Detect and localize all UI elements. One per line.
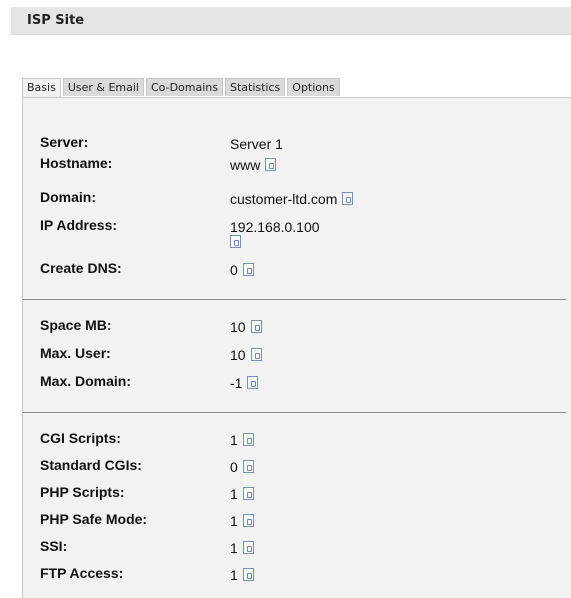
create-dns-value-wrap: 0 [230,262,254,278]
domain-value: customer-ltd.com [230,191,338,207]
cgi-scripts-value-wrap: 1 [230,432,254,448]
server-label: Server: [40,134,89,150]
max-domain-label: Max. Domain: [40,373,132,389]
row-domain: Domain: customer-ltd.com [40,189,560,207]
max-domain-value-wrap: -1 [230,375,259,391]
row-max-user: Max. User: 10 [40,345,560,363]
row-php-safe-mode: PHP Safe Mode: 1 [40,511,560,529]
row-space-mb: Space MB: 10 [40,317,560,335]
document-icon[interactable] [242,263,254,276]
document-icon[interactable] [242,433,254,446]
max-user-label: Max. User: [40,345,111,361]
php-safe-mode-label: PHP Safe Mode: [40,511,148,527]
ftp-access-value-wrap: 1 [230,567,254,583]
standard-cgis-value-wrap: 0 [230,459,254,475]
section-divider [23,412,566,413]
ssi-label: SSI: [40,538,68,554]
isp-site-page: ISP Site Basis User & Email Co-Domains S… [0,0,571,598]
server-value: Server 1 [230,136,283,152]
document-icon[interactable] [342,192,354,205]
php-scripts-value-wrap: 1 [230,486,254,502]
cgi-scripts-value: 1 [230,432,238,448]
ftp-access-value: 1 [230,567,238,583]
document-icon[interactable] [250,348,262,361]
php-scripts-label: PHP Scripts: [40,484,125,500]
tab-user-email[interactable]: User & Email [62,78,144,96]
title-bar: ISP Site [11,7,571,35]
row-hostname: Hostname: www [40,155,560,173]
document-icon[interactable] [242,568,254,581]
row-ip-address: IP Address: 192.168.0.100 [40,217,560,248]
max-domain-value: -1 [230,375,243,391]
space-mb-value-wrap: 10 [230,319,262,335]
document-icon[interactable] [242,487,254,500]
ip-address-label: IP Address: [40,217,118,233]
tab-statistics[interactable]: Statistics [224,78,286,96]
tab-basis[interactable]: Basis [22,78,61,97]
document-icon[interactable] [265,158,277,171]
tab-bar: Basis User & Email Co-Domains Statistics… [22,78,342,97]
document-icon[interactable] [250,320,262,333]
space-mb-value: 10 [230,319,246,335]
ftp-access-label: FTP Access: [40,565,124,581]
max-user-value-wrap: 10 [230,347,262,363]
tab-co-domains[interactable]: Co-Domains [145,78,223,96]
space-mb-label: Space MB: [40,317,112,333]
hostname-value: www [230,157,261,173]
domain-label: Domain: [40,189,96,205]
php-safe-mode-value-wrap: 1 [230,513,254,529]
php-safe-mode-value: 1 [230,513,238,529]
ssi-value-wrap: 1 [230,540,254,556]
row-create-dns: Create DNS: 0 [40,260,560,278]
ip-address-value: 192.168.0.100 [230,219,320,235]
document-icon[interactable] [230,235,241,248]
document-icon[interactable] [247,376,259,389]
row-max-domain: Max. Domain: -1 [40,373,560,391]
php-scripts-value: 1 [230,486,238,502]
hostname-label: Hostname: [40,155,113,171]
row-cgi-scripts: CGI Scripts: 1 [40,430,560,448]
section-divider [23,299,566,300]
hostname-value-wrap: www [230,157,277,173]
row-ftp-access: FTP Access: 1 [40,565,560,583]
create-dns-label: Create DNS: [40,260,122,276]
max-user-value: 10 [230,347,246,363]
row-server: Server: Server 1 [40,134,560,152]
document-icon[interactable] [242,541,254,554]
document-icon[interactable] [242,514,254,527]
row-standard-cgis: Standard CGIs: 0 [40,457,560,475]
document-icon[interactable] [242,460,254,473]
create-dns-value: 0 [230,262,238,278]
ssi-value: 1 [230,540,238,556]
standard-cgis-value: 0 [230,459,238,475]
row-ssi: SSI: 1 [40,538,560,556]
basis-panel: Server: Server 1 Hostname: www Domain: c… [22,97,571,598]
standard-cgis-label: Standard CGIs: [40,457,142,473]
row-php-scripts: PHP Scripts: 1 [40,484,560,502]
domain-value-wrap: customer-ltd.com [230,191,354,207]
page-title: ISP Site [27,13,85,28]
tab-options[interactable]: Options [287,78,340,96]
cgi-scripts-label: CGI Scripts: [40,430,121,446]
